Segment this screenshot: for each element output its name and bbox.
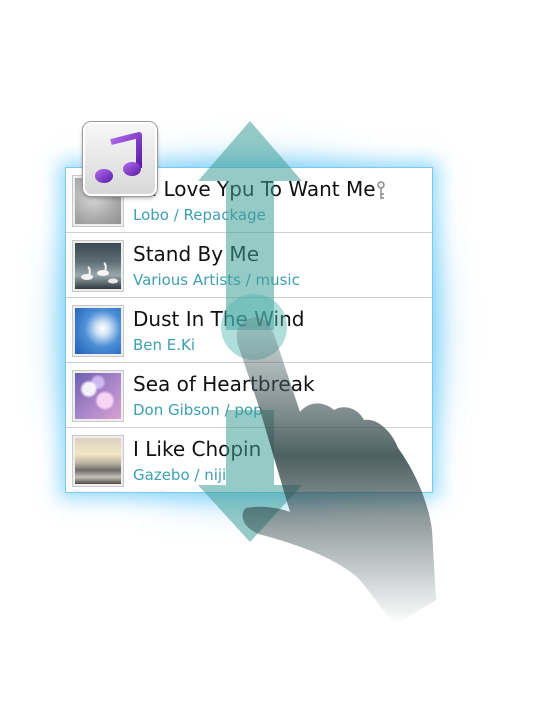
key-icon	[377, 181, 385, 199]
track-subtitle: Ben E.Ki	[133, 336, 196, 354]
track-subtitle: Various Artists / music	[133, 271, 300, 289]
track-title: I Like Chopin	[133, 437, 262, 461]
track-title: Dust In The Wind	[133, 307, 305, 331]
album-thumbnail	[72, 240, 124, 292]
track-title: Sea of Heartbreak	[133, 372, 315, 396]
track-row[interactable]: I Like Chopin Gazebo / niji	[66, 428, 432, 493]
album-thumbnail	[72, 305, 124, 357]
track-row[interactable]: Sea of Heartbreak Don Gibson / pop	[66, 363, 432, 428]
track-row[interactable]: Dust In The Wind Ben E.Ki	[66, 298, 432, 363]
track-subtitle: Don Gibson / pop	[133, 401, 263, 419]
track-row[interactable]: Stand By Me Various Artists / music	[66, 233, 432, 298]
music-playlist-widget: I'd Love Ypu To Want Me Lobo / Repackage…	[65, 167, 433, 493]
album-thumbnail	[72, 370, 124, 422]
music-note-icon	[95, 132, 142, 183]
track-subtitle: Lobo / Repackage	[133, 206, 266, 224]
album-thumbnail	[72, 435, 124, 487]
track-title: Stand By Me	[133, 242, 259, 266]
track-title: I'd Love Ypu To Want Me	[133, 177, 376, 201]
music-app-icon[interactable]	[83, 122, 157, 196]
track-subtitle: Gazebo / niji	[133, 466, 227, 484]
